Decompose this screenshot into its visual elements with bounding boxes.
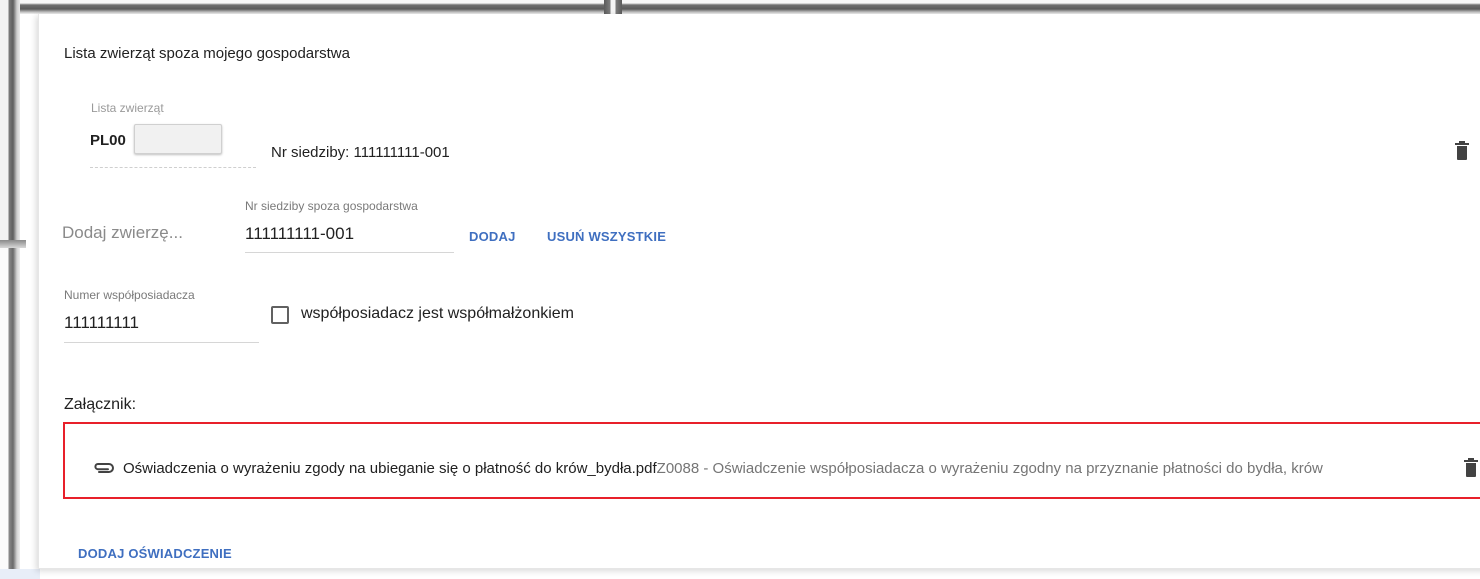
spouse-checkbox-label[interactable]: współposiadacz jest współmałżonkiem — [301, 305, 574, 323]
external-farm-input[interactable]: 111111111-001 — [245, 224, 354, 244]
remove-all-button[interactable]: USUŃ WSZYSTKIE — [547, 229, 666, 244]
paperclip-icon — [94, 463, 114, 473]
section-title: Lista zwierząt spoza mojego gospodarstwa — [64, 45, 350, 62]
add-button[interactable]: DODAJ — [469, 229, 516, 244]
co-owner-label: Numer współposiadacza — [64, 288, 195, 302]
attachment-file[interactable]: Oświadczenia o wyrażeniu zgody na ubiega… — [123, 460, 1323, 477]
trash-icon[interactable] — [1454, 141, 1470, 161]
spouse-checkbox[interactable] — [271, 306, 289, 324]
add-animal-field[interactable] — [62, 198, 242, 254]
animal-list-label: Lista zwierząt — [91, 101, 164, 115]
attachment-label: Załącznik: — [64, 396, 137, 413]
add-statement-button[interactable]: DODAJ OŚWIADCZENIE — [78, 546, 232, 561]
farm-number-text: Nr siedziby: 111111111-001 — [271, 144, 450, 161]
background-strip — [0, 569, 40, 579]
background-window-stub — [0, 240, 26, 248]
co-owner-underline — [64, 342, 259, 343]
attachment-file-description: Z0088 - Oświadczenie współposiadacza o w… — [656, 460, 1323, 477]
background-window-notch — [604, 0, 622, 14]
animal-list-underline — [90, 167, 256, 168]
trash-icon[interactable] — [1463, 458, 1479, 478]
attachment-file-name[interactable]: Oświadczenia o wyrażeniu zgody na ubiega… — [123, 460, 657, 477]
animal-list-value[interactable]: PL00 — [90, 132, 126, 149]
co-owner-input[interactable]: 111111111 — [64, 313, 139, 333]
add-animal-input[interactable] — [62, 222, 238, 244]
external-farm-label: Nr siedziby spoza gospodarstwa — [245, 199, 418, 213]
redacted-overlay — [134, 124, 222, 154]
external-farm-underline — [245, 252, 454, 253]
background-window-left-edge-lower — [0, 245, 20, 579]
background-window-edge — [0, 0, 1480, 14]
